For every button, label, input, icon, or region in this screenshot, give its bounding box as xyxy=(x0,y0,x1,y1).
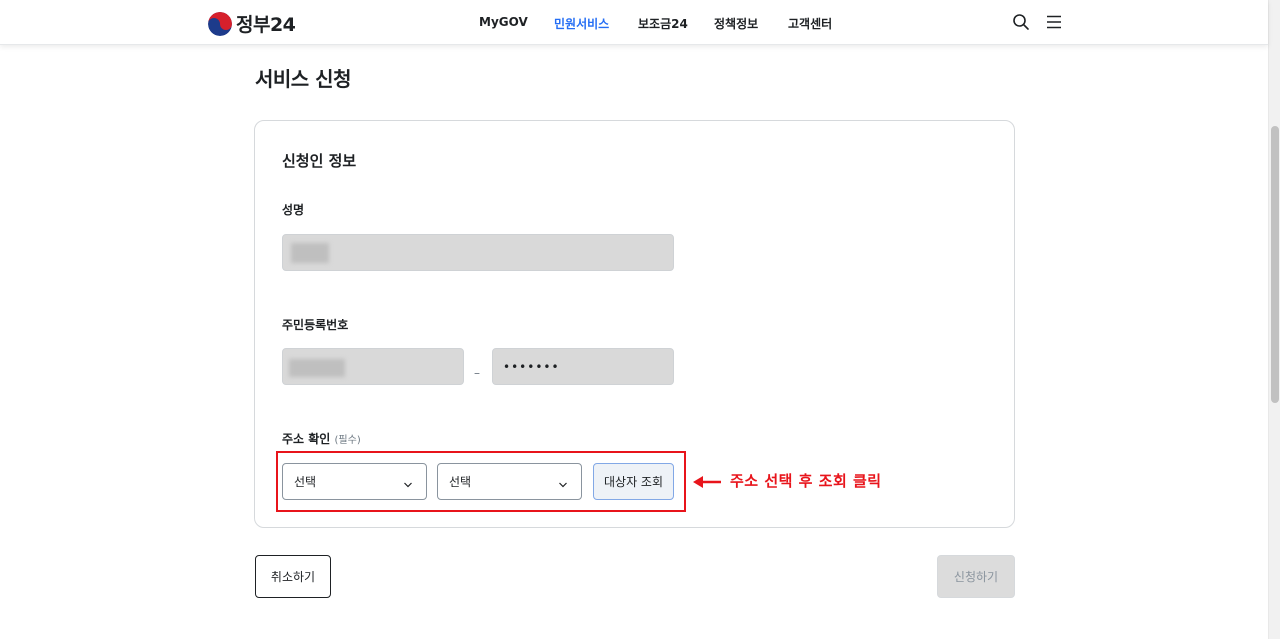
annotation-arrow-icon xyxy=(693,474,723,488)
rrn-label: 주민등록번호 xyxy=(282,318,349,332)
name-label: 성명 xyxy=(282,203,305,217)
address-label-text: 주소 확인 xyxy=(282,432,331,446)
rrn-front-field xyxy=(282,348,464,385)
main-nav: MyGOV 민원서비스 보조금24 정책정보 고객센터 xyxy=(0,15,1268,31)
page-title: 서비스 신청 xyxy=(255,67,351,91)
nav-item-civil-service[interactable]: 민원서비스 xyxy=(554,15,609,32)
rrn-separator: – xyxy=(474,366,480,380)
site-header: 정부24 MyGOV 민원서비스 보조금24 정책정보 고객센터 xyxy=(0,0,1268,45)
rrn-back-field: ••••••• xyxy=(492,348,674,385)
submit-button[interactable]: 신청하기 xyxy=(937,555,1015,598)
rrn-front-redacted-block xyxy=(289,359,345,377)
annotation-highlight-box xyxy=(276,451,686,512)
nav-item-subsidy[interactable]: 보조금24 xyxy=(638,15,688,32)
page-scrollbar[interactable] xyxy=(1268,0,1280,639)
search-icon[interactable] xyxy=(1012,13,1030,31)
menu-icon[interactable] xyxy=(1045,13,1063,31)
scrollbar-thumb[interactable] xyxy=(1271,126,1279,403)
annotation-text: 주소 선택 후 조회 클릭 xyxy=(730,472,882,490)
nav-item-customer-center[interactable]: 고객센터 xyxy=(788,15,832,32)
section-title: 신청인 정보 xyxy=(282,152,357,170)
cancel-button[interactable]: 취소하기 xyxy=(255,555,331,598)
nav-item-policy-info[interactable]: 정책정보 xyxy=(714,15,758,32)
nav-item-mygov[interactable]: MyGOV xyxy=(479,15,528,29)
address-label: 주소 확인 (필수) xyxy=(282,430,361,447)
name-redacted-block xyxy=(291,243,329,263)
required-mark: (필수) xyxy=(334,435,361,446)
name-field xyxy=(282,234,674,271)
